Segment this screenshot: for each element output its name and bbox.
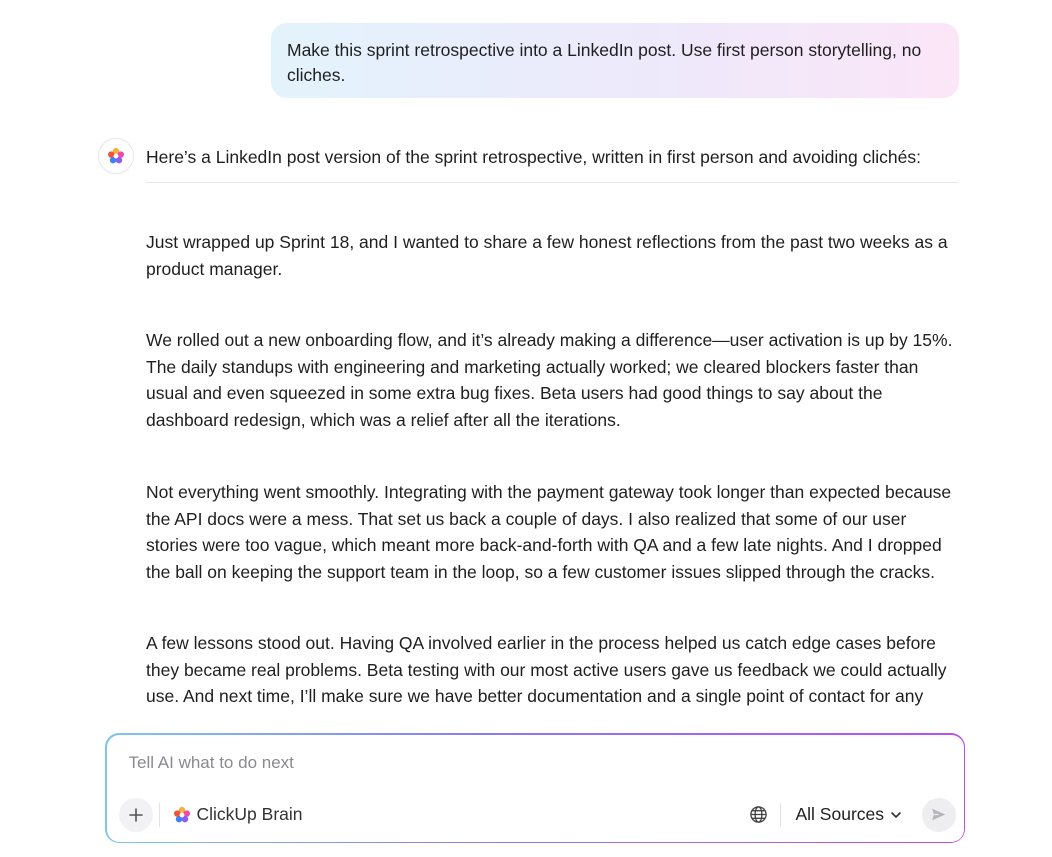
clickup-brain-icon	[107, 147, 125, 164]
ai-avatar	[98, 138, 134, 174]
assistant-paragraph: A few lessons stood out. Having QA invol…	[146, 633, 947, 706]
plus-icon	[128, 807, 143, 822]
sources-label: All Sources	[795, 804, 885, 824]
assistant-paragraph: We rolled out a new onboarding flow, and…	[146, 330, 953, 430]
assistant-paragraph: Not everything went smoothly. Integratin…	[146, 482, 952, 582]
clickup-brain-button[interactable]: ClickUp Brain	[173, 801, 303, 829]
chevron-down-icon	[891, 811, 901, 818]
sources-dropdown[interactable]: All Sources	[796, 801, 903, 829]
divider	[158, 802, 160, 827]
add-button[interactable]	[118, 797, 153, 832]
assistant-paragraph: Just wrapped up Sprint 18, and I wanted …	[146, 232, 948, 279]
user-message-text: Make this sprint retrospective into a Li…	[287, 40, 922, 85]
web-search-toggle[interactable]	[747, 803, 771, 827]
assistant-intro: Here’s a LinkedIn post version of the sp…	[146, 147, 921, 167]
send-button[interactable]	[921, 797, 956, 832]
composer-body: ClickUp Brain All Sources	[106, 734, 964, 842]
intro-divider	[146, 182, 958, 183]
prompt-input[interactable]	[128, 752, 929, 773]
composer: ClickUp Brain All Sources	[105, 733, 965, 843]
clickup-brain-label: ClickUp Brain	[196, 804, 303, 824]
globe-icon	[750, 806, 767, 823]
user-message-bubble: Make this sprint retrospective into a Li…	[271, 23, 959, 98]
divider	[779, 802, 781, 827]
clickup-brain-icon	[173, 806, 190, 822]
send-icon	[932, 808, 946, 821]
